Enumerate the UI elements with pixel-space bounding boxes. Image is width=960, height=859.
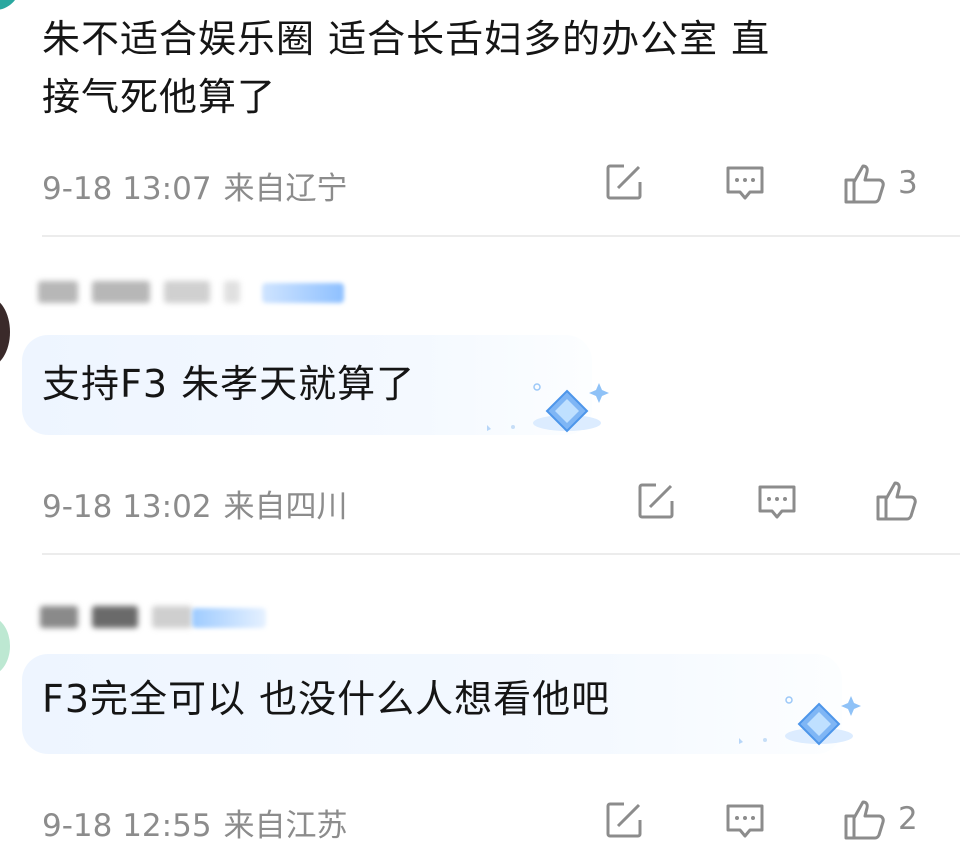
comment-item: F3完全可以 也没什么人想看他吧 9-18 12:55 来自江苏 2 [0,556,960,859]
username[interactable] [38,279,240,305]
comment-icon [758,485,796,519]
comment-text-line: F3完全可以 也没什么人想看他吧 [42,677,611,721]
comment-meta: 9-18 13:02 来自四川 [42,481,348,526]
repost-button[interactable] [636,481,676,521]
comment-text-line: 支持F3 朱孝天就算了 [42,362,416,406]
comment-meta: 9-18 13:07 来自辽宁 [42,163,348,208]
comment-item: 朱不适合娱乐圈 适合长舌妇多的办公室 直 接气死他算了 9-18 13:07 来自… [0,0,960,236]
diamond-gem-icon [487,383,609,433]
comment-meta: 9-18 12:55 来自江苏 [42,800,348,845]
like-icon [876,481,917,521]
comment-item: 支持F3 朱孝天就算了 9-18 13:02 来自四川 [0,237,960,555]
diamond-gem-icon [739,696,861,746]
like-count: 3 [898,165,918,201]
like-icon [844,164,885,204]
comment-location: 来自四川 [223,489,348,525]
avatar[interactable] [0,616,10,676]
repost-button[interactable] [604,162,644,202]
comment-time: 9-18 13:07 [42,171,212,207]
repost-icon [606,802,642,838]
repost-icon [638,483,674,519]
comment-text-line: 朱不适合娱乐圈 适合长舌妇多的办公室 直 [42,17,771,61]
avatar[interactable] [0,297,10,367]
comment-button[interactable] [724,164,766,204]
like-icon [844,800,885,840]
like-button[interactable] [874,477,930,523]
comment-icon [726,166,764,200]
comment-time: 9-18 13:02 [42,489,212,525]
like-button[interactable]: 2 [842,796,918,842]
repost-button[interactable] [604,800,644,840]
username[interactable] [40,604,192,630]
comment-icon [726,804,764,838]
user-badge [262,283,344,303]
repost-icon [606,164,642,200]
comment-location: 来自江苏 [223,808,348,844]
comment-button[interactable] [756,483,798,523]
comment-text-line: 接气死他算了 [42,75,277,119]
divider [42,553,960,555]
comment-location: 来自辽宁 [223,171,348,207]
like-count: 2 [898,801,918,837]
user-badge [192,608,266,628]
like-button[interactable]: 3 [842,160,918,206]
avatar[interactable] [0,0,20,10]
comment-time: 9-18 12:55 [42,808,212,844]
comment-button[interactable] [724,802,766,842]
